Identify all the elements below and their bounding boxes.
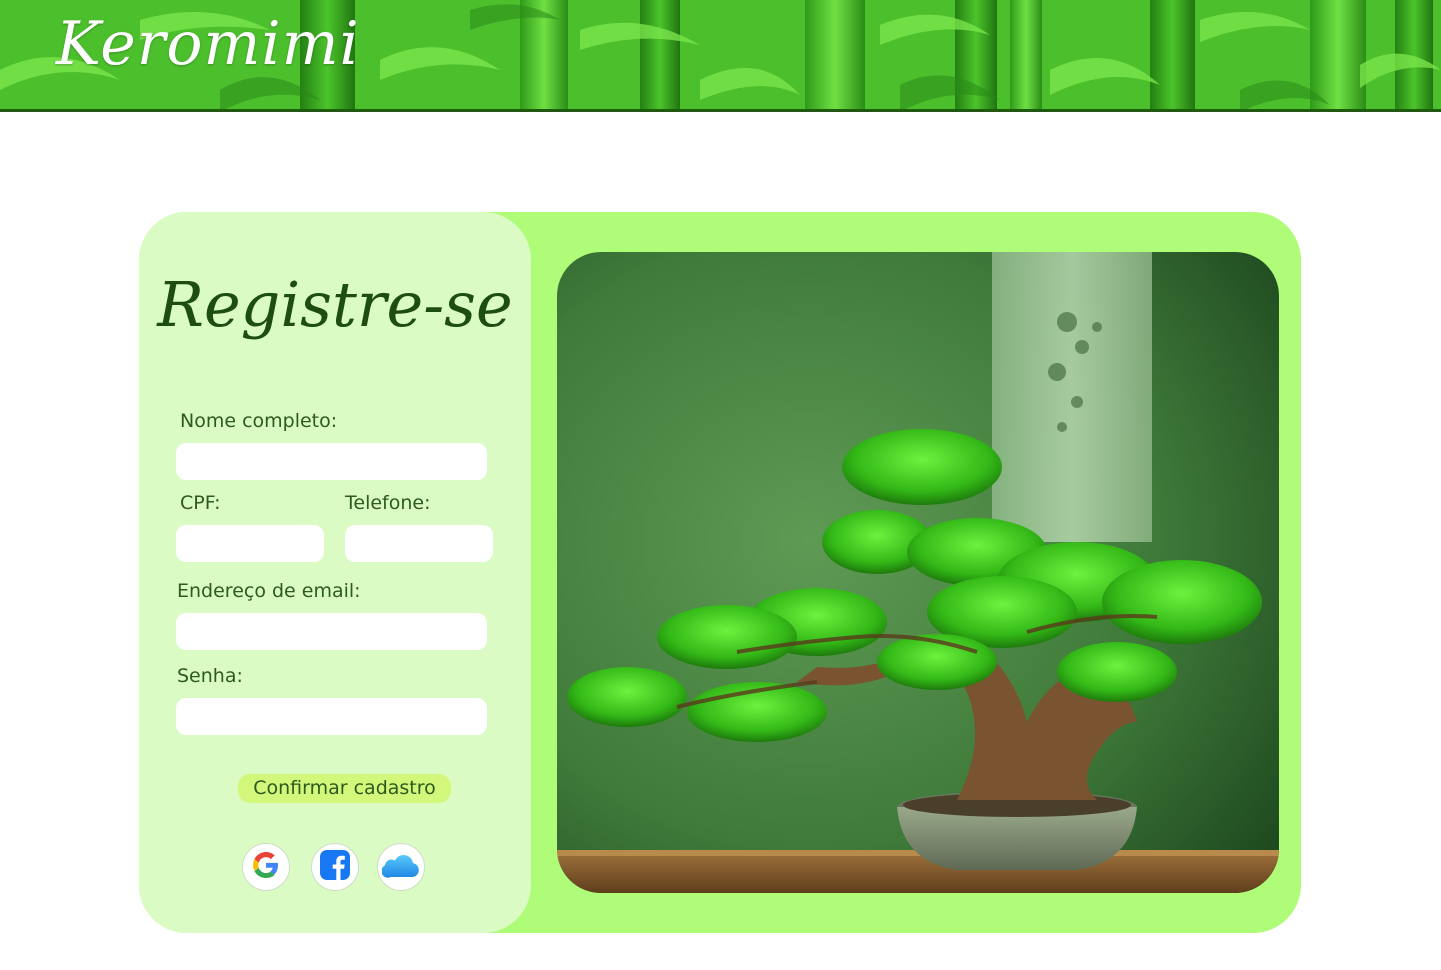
full-name-label: Nome completo:: [180, 410, 338, 432]
facebook-login-button[interactable]: [311, 843, 359, 891]
password-input[interactable]: [176, 698, 487, 735]
icloud-login-button[interactable]: [377, 843, 425, 891]
icloud-icon: [381, 852, 420, 882]
phone-input[interactable]: [345, 525, 493, 562]
bonsai-photo: [557, 252, 1279, 893]
cpf-label: CPF:: [180, 492, 221, 514]
password-label: Senha:: [177, 665, 243, 687]
email-input[interactable]: [176, 613, 487, 650]
brand-logo: Keromimi: [56, 9, 360, 79]
google-login-button[interactable]: [242, 843, 290, 891]
confirm-register-button[interactable]: Confirmar cadastro: [238, 774, 451, 803]
cpf-input[interactable]: [176, 525, 324, 562]
register-title: Registre-se: [157, 268, 513, 341]
phone-label: Telefone:: [345, 492, 431, 514]
google-icon: [253, 852, 279, 882]
facebook-icon: [320, 850, 350, 884]
register-card: Registre-se Nome completo: CPF: Telefone…: [139, 212, 1301, 933]
register-form-panel: Registre-se Nome completo: CPF: Telefone…: [139, 212, 531, 933]
email-label: Endereço de email:: [177, 580, 361, 602]
full-name-input[interactable]: [176, 443, 487, 480]
header-banner: Keromimi: [0, 0, 1441, 112]
